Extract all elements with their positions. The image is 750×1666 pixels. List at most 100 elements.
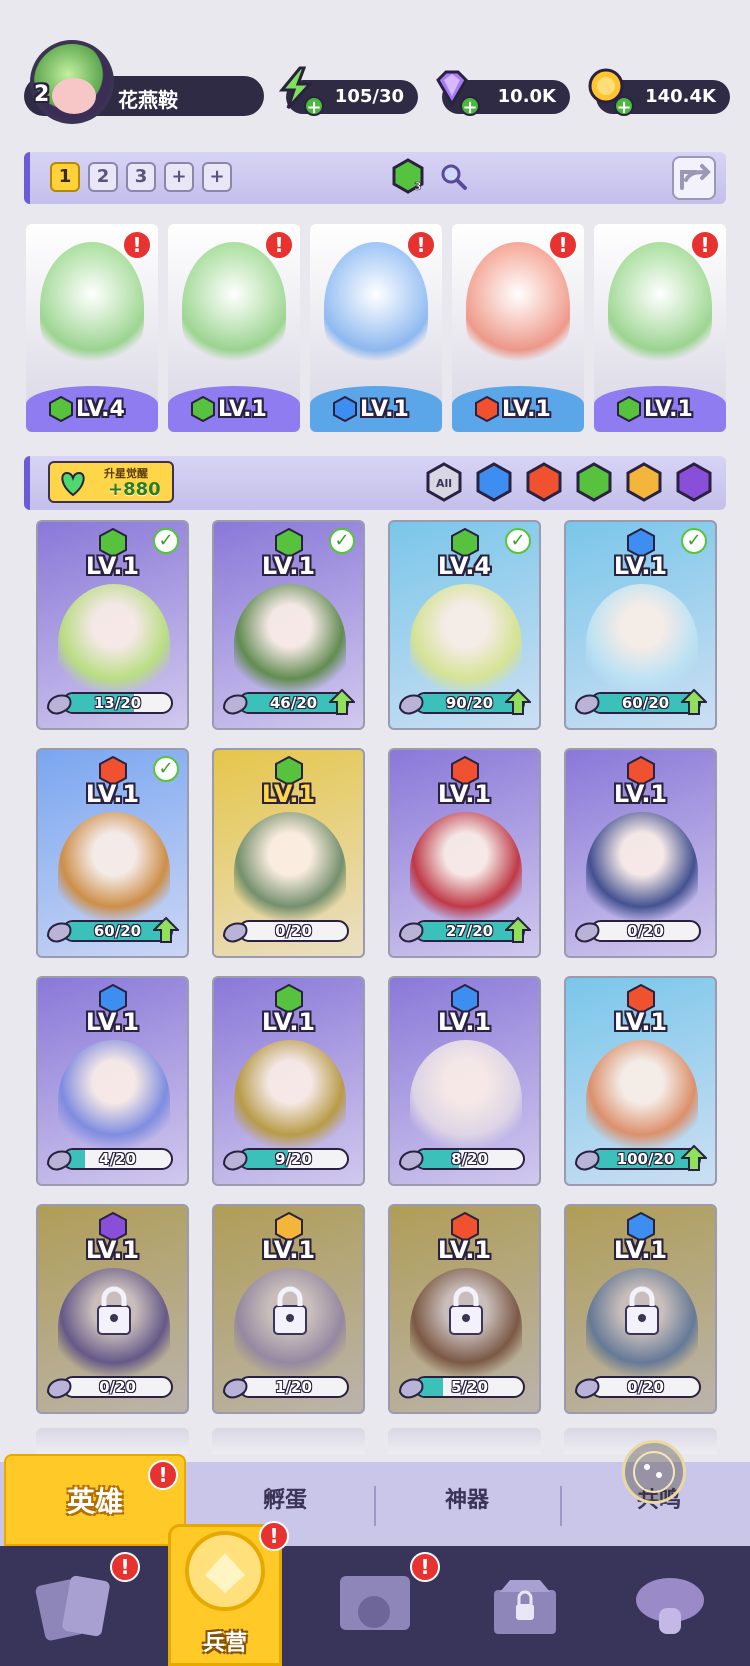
alert-badge: ! — [122, 230, 152, 260]
hero-card[interactable]: LV.1 0/20 — [564, 748, 717, 958]
nav-cards[interactable]: ! — [30, 1552, 140, 1656]
bottom-nav: ! ! — [0, 1546, 750, 1666]
awaken-button[interactable]: 升星觉醒 +880 — [48, 461, 174, 503]
nav-map[interactable]: ! — [330, 1552, 440, 1656]
hero-card[interactable]: LV.1 ✓ 46/20 — [212, 520, 365, 730]
team-tab-2[interactable]: 2 — [88, 162, 118, 192]
nav-shop[interactable] — [625, 1560, 735, 1656]
upgrade-arrow-icon — [681, 688, 707, 715]
hero-card[interactable]: LV.1 5/20 — [388, 1204, 541, 1414]
element-icon — [333, 396, 357, 422]
hero-card[interactable]: LV.1 ✓ 60/20 — [564, 520, 717, 730]
filter-all-icon[interactable]: All — [424, 462, 464, 502]
shard-progress-text: 5/20 — [451, 1378, 488, 1396]
filter-bar: 升星觉醒 +880 All — [24, 456, 726, 510]
coin-resource[interactable]: + 140.4K — [588, 68, 730, 118]
lock-icon — [97, 1286, 131, 1335]
check-icon: ✓ — [329, 528, 355, 554]
alert-badge: ! — [110, 1552, 140, 1582]
alert-badge: ! — [148, 1460, 178, 1490]
shard-icon — [574, 694, 600, 715]
alert-badge: ! — [690, 230, 720, 260]
shard-progress-bar: 0/20 — [62, 1376, 173, 1398]
team-tab-5[interactable]: + — [202, 162, 232, 192]
check-icon: ✓ — [505, 528, 531, 554]
hero-card[interactable]: LV.1 100/20 — [564, 976, 717, 1186]
hero-grid-next-row — [36, 1428, 726, 1454]
upgrade-arrow-icon — [681, 1144, 707, 1171]
lock-icon — [494, 1580, 556, 1634]
upgrade-arrow-icon — [329, 688, 355, 715]
team-member-card[interactable]: LV.1! — [310, 224, 442, 432]
hero-card[interactable]: LV.1 9/20 — [212, 976, 365, 1186]
hero-card[interactable]: LV.1 27/20 — [388, 748, 541, 958]
shard-progress-text: 4/20 — [99, 1150, 136, 1168]
nav-barracks[interactable]: ! 兵营 — [168, 1521, 289, 1666]
filter-light-icon[interactable] — [624, 462, 664, 502]
add-coins-button[interactable]: + — [614, 96, 634, 118]
element-icon — [617, 396, 641, 422]
hero-card[interactable]: LV.1 ✓ 13/20 — [36, 520, 189, 730]
hero-portrait — [234, 812, 346, 932]
shard-progress-text: 0/20 — [627, 922, 664, 940]
filter-water-icon[interactable] — [474, 462, 514, 502]
filter-dark-icon[interactable] — [674, 462, 714, 502]
add-energy-button[interactable]: + — [304, 96, 324, 118]
tab-divider — [560, 1486, 562, 1526]
hero-card[interactable]: LV.4 ✓ 90/20 — [388, 520, 541, 730]
cards-icon — [35, 1575, 110, 1641]
tab-hatch[interactable]: 孵蛋 — [210, 1482, 360, 1514]
add-gems-button[interactable]: + — [460, 96, 480, 118]
nav-vault-locked[interactable] — [480, 1560, 590, 1656]
team-member-card[interactable]: LV.1! — [594, 224, 726, 432]
shard-progress-text: 0/20 — [275, 922, 312, 940]
team-member-card[interactable]: LV.1! — [452, 224, 584, 432]
filter-wind-icon[interactable] — [574, 462, 614, 502]
element-icon — [191, 396, 215, 422]
element-icon — [475, 396, 499, 422]
hero-level: LV.1 — [613, 552, 668, 580]
hero-portrait — [586, 584, 698, 704]
hero-card[interactable]: LV.1 1/20 — [212, 1204, 365, 1414]
shard-icon — [46, 1150, 72, 1171]
hero-card[interactable]: LV.1 4/20 — [36, 976, 189, 1186]
svg-text:All: All — [436, 477, 452, 490]
team-tab-1[interactable]: 1 — [50, 162, 80, 192]
gem-resource[interactable]: + 10.0K — [436, 70, 570, 118]
search-icon[interactable] — [438, 161, 468, 191]
hero-portrait — [58, 1040, 170, 1160]
energy-resource[interactable]: + 105/30 — [278, 66, 418, 118]
hero-portrait — [234, 584, 346, 704]
element-counter-icon[interactable]: 3 — [390, 158, 426, 194]
shard-icon — [574, 1378, 600, 1399]
shard-progress-text: 13/20 — [93, 694, 142, 712]
hero-level: LV.4 — [437, 552, 492, 580]
shard-progress-bar: 1/20 — [238, 1376, 349, 1398]
share-button[interactable] — [672, 156, 716, 200]
team-member-card[interactable]: LV.1! — [168, 224, 300, 432]
compass-button[interactable] — [622, 1440, 686, 1504]
hero-level: LV.1 — [613, 1236, 668, 1264]
team-member-card[interactable]: LV.4! — [26, 224, 158, 432]
top-bar: 2 花燕鞍 + 105/30 + 10.0K + 140.4K — [24, 40, 730, 124]
compass-icon — [633, 1451, 675, 1493]
lock-icon — [449, 1286, 483, 1335]
shard-progress-text: 0/20 — [99, 1378, 136, 1396]
filter-fire-icon[interactable] — [524, 462, 564, 502]
alert-badge: ! — [548, 230, 578, 260]
tab-artifacts[interactable]: 神器 — [392, 1482, 542, 1514]
team-member-level: LV.1 — [644, 397, 693, 422]
shard-icon — [46, 922, 72, 943]
hero-level: LV.1 — [613, 1008, 668, 1036]
hero-card[interactable]: LV.1 ✓ 60/20 — [36, 748, 189, 958]
hero-grid: LV.1 ✓ 13/20 LV.1 ✓ 46/20 LV.4 ✓ 90/20 LV.1 ✓ 60/20… — [36, 520, 726, 1414]
team-tab-4[interactable]: + — [164, 162, 194, 192]
hero-card[interactable]: LV.1 0/20 — [564, 1204, 717, 1414]
hero-card[interactable]: LV.1 8/20 — [388, 976, 541, 1186]
tab-heroes[interactable]: 英雄 ! — [4, 1454, 186, 1546]
check-icon: ✓ — [681, 528, 707, 554]
hero-level: LV.1 — [261, 780, 316, 808]
team-tab-3[interactable]: 3 — [126, 162, 156, 192]
hero-card[interactable]: LV.1 0/20 — [212, 748, 365, 958]
hero-card[interactable]: LV.1 0/20 — [36, 1204, 189, 1414]
